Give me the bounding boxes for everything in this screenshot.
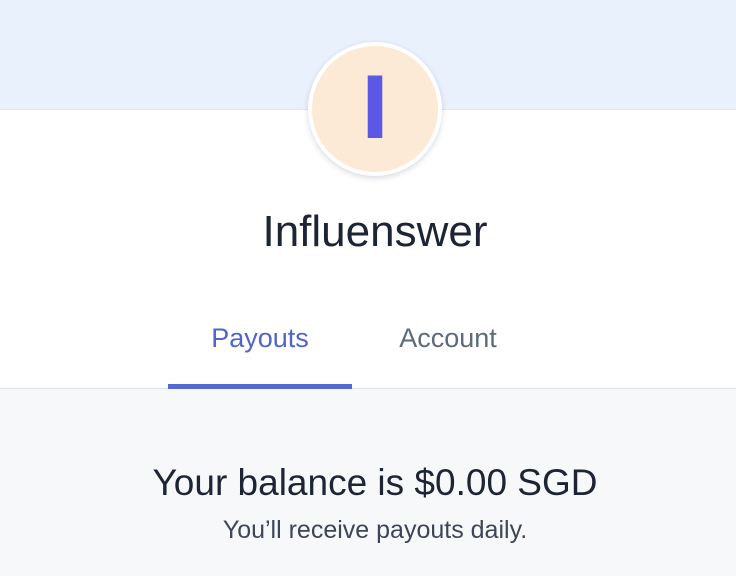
tab-account[interactable]: Account [356, 300, 540, 388]
payout-schedule-text: You’ll receive payouts daily. [222, 516, 528, 544]
tab-bar: Payouts Account [0, 300, 736, 389]
tab-account-label: Account [399, 322, 497, 353]
avatar-initial: I [360, 59, 390, 159]
payouts-panel: Your balance is $0.00 SGD You’ll receive… [0, 389, 736, 576]
tab-payouts-label: Payouts [211, 322, 309, 353]
avatar: I [308, 42, 442, 176]
profile-name: Influenswer [262, 207, 488, 256]
balance-heading: Your balance is $0.00 SGD [152, 462, 598, 503]
tab-payouts[interactable]: Payouts [168, 300, 352, 388]
